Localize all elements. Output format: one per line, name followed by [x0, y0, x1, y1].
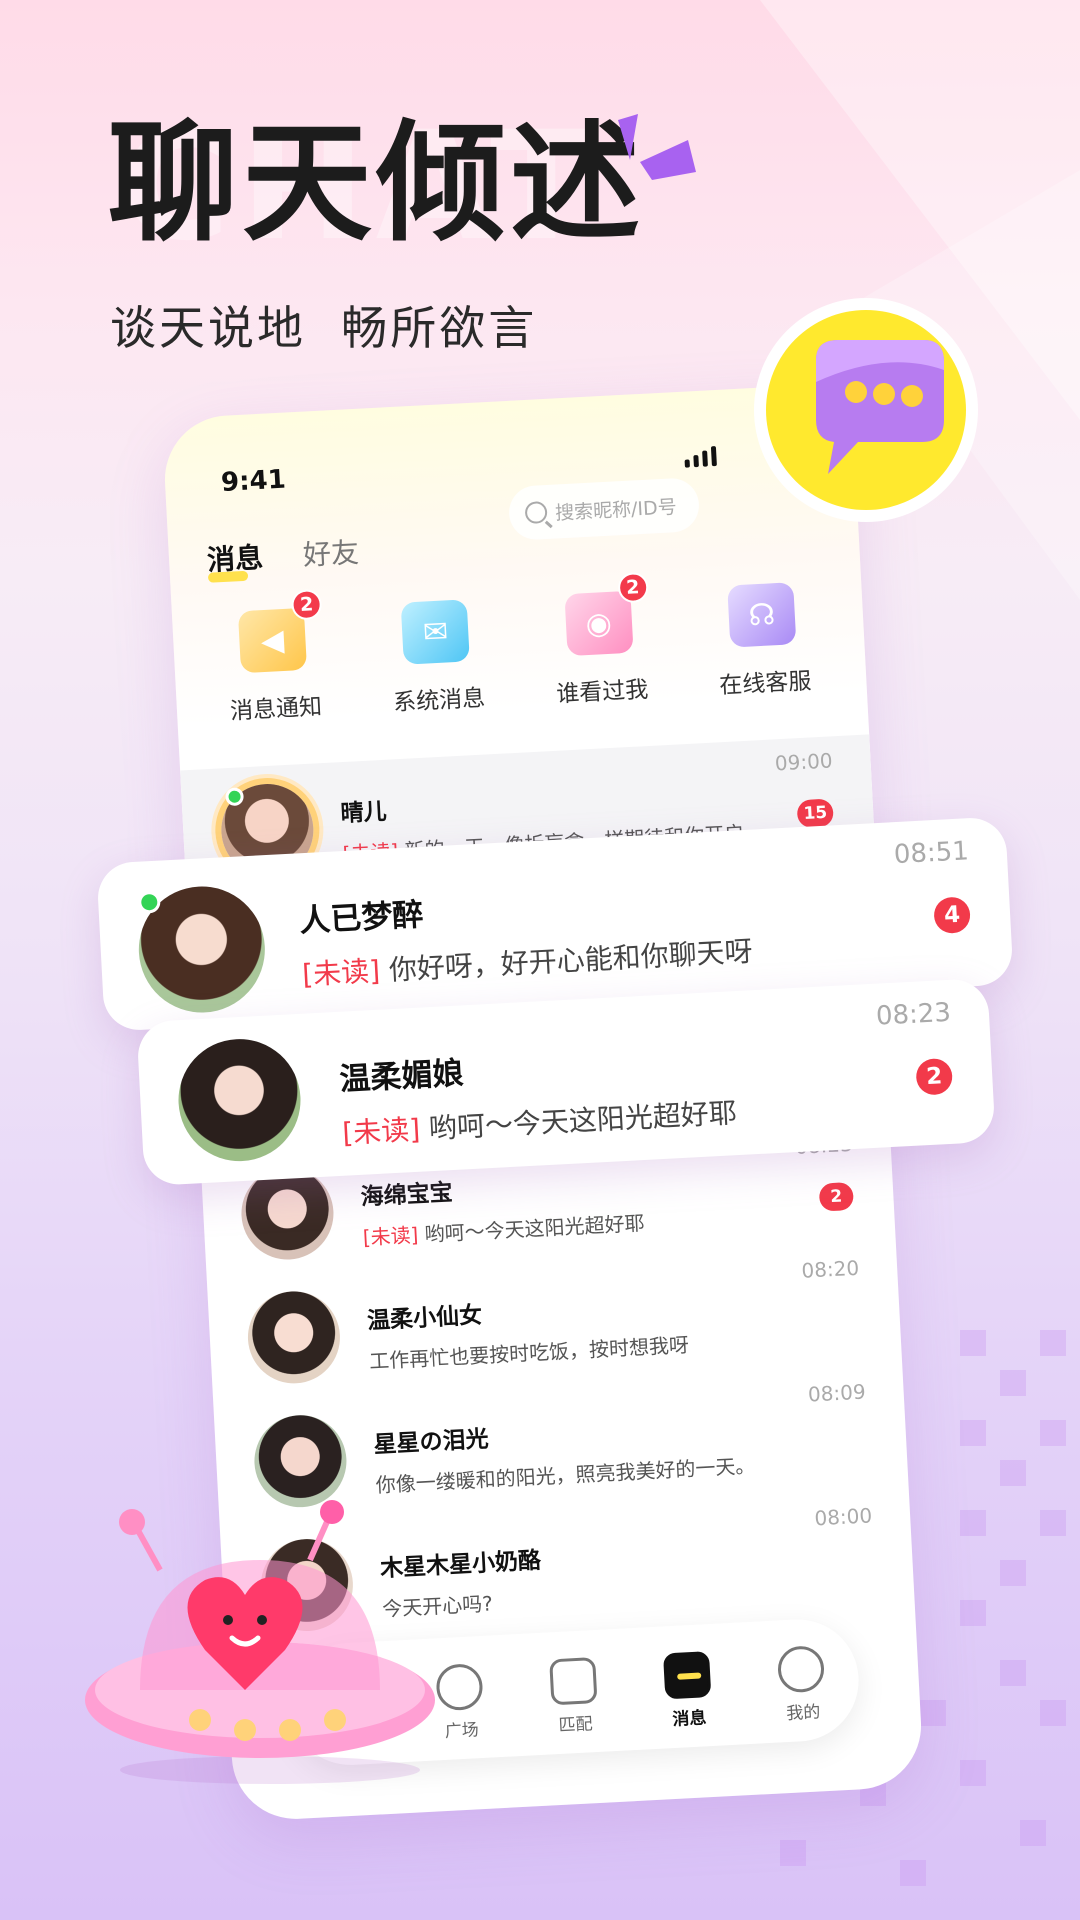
- avatar: [175, 1036, 304, 1165]
- nav-match[interactable]: 匹配: [549, 1656, 599, 1736]
- eye-icon: ◉ 2: [564, 571, 649, 657]
- quick-action-visitors[interactable]: ◉ 2 谁看过我: [522, 571, 678, 711]
- envelope-icon: ✉: [400, 599, 471, 665]
- message-preview: [未读] 你好呀，好开心能和你聊天呀: [301, 930, 753, 994]
- quick-action-label: 谁看过我: [555, 676, 649, 708]
- message-time: 09:00: [774, 748, 834, 776]
- unread-count-badge: 2: [818, 1181, 855, 1212]
- visitors-badge: 2: [617, 571, 649, 604]
- quick-actions: ◀ 2 消息通知 ✉ 系统消息 ◉ 2 谁看过我 ☊ 在线客服: [196, 571, 841, 728]
- nav-label: 匹配: [558, 1713, 594, 1736]
- message-preview: [未读] 哟呵～今天这阳光超好耶: [341, 1091, 738, 1152]
- quick-action-label: 在线客服: [718, 668, 812, 700]
- notification-badge: 2: [290, 588, 323, 621]
- message-text: 哟呵～今天这阳光超好耶: [428, 1096, 738, 1146]
- headset-icon: ☊: [727, 582, 797, 648]
- chat-bubble-icon: [754, 298, 978, 522]
- quick-action-support[interactable]: ☊ 在线客服: [685, 580, 841, 702]
- status-time: 9:41: [220, 464, 287, 498]
- nav-profile[interactable]: 我的: [776, 1644, 827, 1724]
- unread-tag: [未读]: [362, 1222, 419, 1250]
- message-text: 哟呵～今天这阳光超好耶: [424, 1210, 646, 1247]
- unread-count-badge: 15: [796, 798, 834, 829]
- avatar: [252, 1412, 349, 1510]
- search-input[interactable]: 搜索昵称/ID号: [507, 477, 701, 541]
- quick-action-label: 系统消息: [392, 685, 486, 717]
- quick-action-label: 消息通知: [229, 694, 323, 725]
- message-time: 08:20: [800, 1255, 860, 1283]
- contact-name: 人已梦醉: [298, 896, 425, 940]
- quick-action-notifications[interactable]: ◀ 2 消息通知: [196, 588, 352, 728]
- contact-name: 星星の泪光: [373, 1426, 490, 1459]
- contact-name: 温柔小仙女: [366, 1302, 483, 1335]
- message-text: 你好呀，好开心能和你聊天呀: [388, 934, 754, 987]
- unread-count-badge: 2: [915, 1057, 954, 1096]
- unread-tag: [未读]: [301, 954, 381, 992]
- heart-ufo-mascot-icon: [85, 1500, 435, 1784]
- nav-label: 我的: [785, 1701, 821, 1724]
- contact-name: 晴儿: [339, 798, 388, 828]
- tab-friends[interactable]: 好友: [302, 531, 360, 574]
- profile-icon: [776, 1644, 826, 1693]
- search-icon: [524, 500, 548, 525]
- avatar: [245, 1289, 343, 1386]
- quick-action-system[interactable]: ✉ 系统消息: [359, 597, 515, 719]
- tab-messages[interactable]: 消息: [206, 536, 264, 579]
- signal-icon: [684, 446, 717, 468]
- unread-count-badge: 4: [933, 896, 972, 935]
- message-time: 08:09: [807, 1379, 867, 1407]
- match-icon: [549, 1656, 598, 1705]
- nav-messages[interactable]: 消息: [662, 1650, 713, 1730]
- message-time: 08:51: [893, 836, 970, 871]
- promo-subline: 谈天说地 畅所欲言: [110, 301, 538, 355]
- promo-headline: 聊天倾述: [108, 107, 645, 259]
- search-placeholder: 搜索昵称/ID号: [554, 495, 678, 525]
- contact-name: 海绵宝宝: [360, 1179, 454, 1211]
- megaphone-icon: ◀ 2: [237, 588, 323, 674]
- unread-tag: [未读]: [341, 1112, 421, 1150]
- nav-label: 消息: [671, 1707, 707, 1730]
- message-time: 08:23: [875, 997, 952, 1032]
- chat-icon: [662, 1650, 712, 1699]
- sparkle-icon: [618, 114, 696, 180]
- contact-name: 温柔媚娘: [338, 1055, 465, 1098]
- message-time: 08:00: [813, 1503, 873, 1531]
- message-tabs: 消息 好友: [206, 531, 360, 579]
